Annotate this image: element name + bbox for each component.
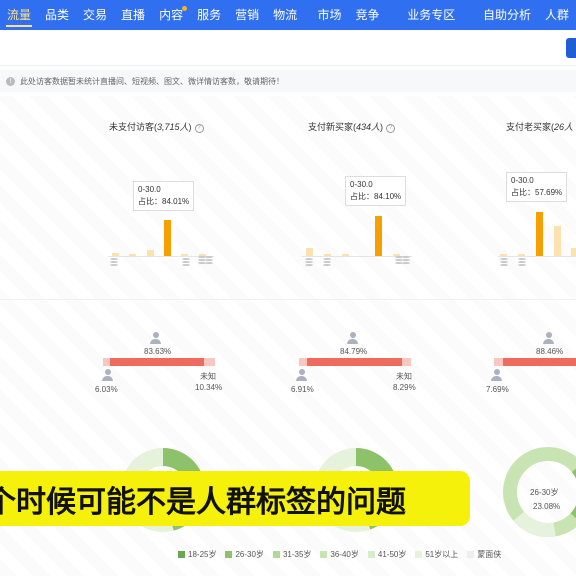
chart-tooltip: 0-30.0 占比：84.10% [345,176,407,206]
nav-item-marketing[interactable]: 营销 [228,0,266,30]
unknown-label: 未知 [396,372,412,381]
legend-swatch [467,551,475,558]
nav-item-live[interactable]: 直播 [114,0,152,30]
female-percent: 6.91% [291,385,314,394]
notice-text: 此处访客数据暂未统计直播间、短视频、图文、微详情访客数，敬请期待！ [20,76,284,86]
legend-swatch [225,551,233,558]
legend-item[interactable]: 蒙面侠 [467,549,501,560]
section-divider [0,299,576,300]
nav-item-competition[interactable]: 竞争 [349,0,387,30]
gender-bar [103,358,215,366]
nav-item-business-zone[interactable]: 业务专区 [400,0,462,30]
donut-center-label: 26-30岁 [530,488,559,497]
unknown-percent: 8.29% [393,383,416,392]
female-percent: 7.69% [486,385,509,394]
bar [306,248,313,256]
donut-center-value: 23.08% [533,502,561,511]
nav-item-content[interactable]: 内容 [152,0,190,30]
male-icon [543,332,554,344]
bar [112,253,119,256]
male-percent: 88.46% [536,347,564,356]
nav-item-market[interactable]: 市场 [311,0,349,30]
chart-tooltip: 0-30.0 占比：84.01% [133,181,195,211]
info-icon: ! [6,76,15,86]
column-title-new-buyers: 支付新买家(434人)? [308,120,396,133]
nav-item-category[interactable]: 品类 [38,0,76,30]
nav-item-content-label: 内容 [159,8,184,22]
nav-item-crowd[interactable]: 人群 [538,0,576,30]
database-icon [205,256,213,265]
nav-item-logistics[interactable]: 物流 [266,0,304,30]
help-icon[interactable]: ? [386,124,396,133]
legend-swatch [272,551,280,558]
bar-chart-unpaid [108,220,214,256]
database-icon [518,258,526,267]
bar [147,250,154,256]
legend-item[interactable]: 36-40岁 [320,549,359,560]
sub-toolbar [0,30,576,66]
age-legend: 18-25岁 26-30岁 31-35岁 36-40岁 41-50岁 51岁以上… [178,549,510,560]
legend-item[interactable]: 18-25岁 [178,549,216,560]
female-icon [491,369,502,381]
legend-swatch [178,551,185,558]
male-percent: 84.79% [340,347,368,356]
legend-swatch [367,551,375,558]
legend-item[interactable]: 26-30岁 [225,549,264,560]
notice-banner: ! 此处访客数据暂未统计直播间、短视频、图文、微详情访客数，敬请期待！ [0,70,576,92]
nav-item-trade[interactable]: 交易 [76,0,114,30]
database-icon [500,258,508,267]
legend-item[interactable]: 51岁以上 [415,549,458,560]
database-icon [182,258,190,267]
male-icon [347,332,358,344]
chart-tooltip: 0-30.0 占比：57.69% [506,172,568,202]
legend-item[interactable]: 41-50岁 [367,549,406,560]
legend-swatch [415,551,423,558]
chart-baseline [498,256,576,257]
bar [129,254,136,256]
gender-bar [299,358,411,366]
help-icon[interactable]: ? [194,124,204,133]
gender-bar [494,358,576,366]
bar [324,254,331,256]
side-tab-button[interactable] [566,38,576,58]
nav-item-service[interactable]: 服务 [190,0,228,30]
database-icon [305,258,313,267]
subtitle-caption: 个时候可能不是人群标签的问题 [0,471,470,526]
bar-chart-returning-buyers [498,212,576,256]
legend-item[interactable]: 31-35岁 [272,549,311,560]
nav-item-self-analysis[interactable]: 自助分析 [476,0,538,30]
column-title-unpaid-visitors: 未支付访客(3,715人)? [109,120,204,133]
bar [342,254,349,256]
female-percent: 6.03% [95,385,118,394]
female-icon [102,369,113,381]
legend-swatch [320,551,328,558]
male-percent: 83.63% [144,347,172,356]
column-title-returning-buyers: 支付老买家(26人 [506,122,574,132]
unknown-percent: 10.34% [195,383,223,392]
bar [571,248,576,256]
database-icon [323,258,331,267]
bar [164,220,171,256]
subtitle-caption-text: 个时候可能不是人群标签的问题 [0,484,406,520]
bar [500,254,507,256]
bar [518,254,525,256]
female-icon [296,369,307,381]
database-icon [402,256,410,265]
notification-dot-icon [182,6,188,11]
bar [554,226,561,256]
male-icon [150,332,161,344]
nav-item-traffic[interactable]: 流量 [0,0,38,30]
bar [181,254,188,256]
database-icon [110,258,118,267]
bar [536,212,543,256]
bar-chart-new-buyers [302,216,412,256]
top-nav: 流量 品类 交易 直播 内容 服务 营销 物流 市场 竞争 业务专区 自助分析 … [0,0,576,30]
bar [375,216,382,256]
unknown-label: 未知 [200,372,216,381]
